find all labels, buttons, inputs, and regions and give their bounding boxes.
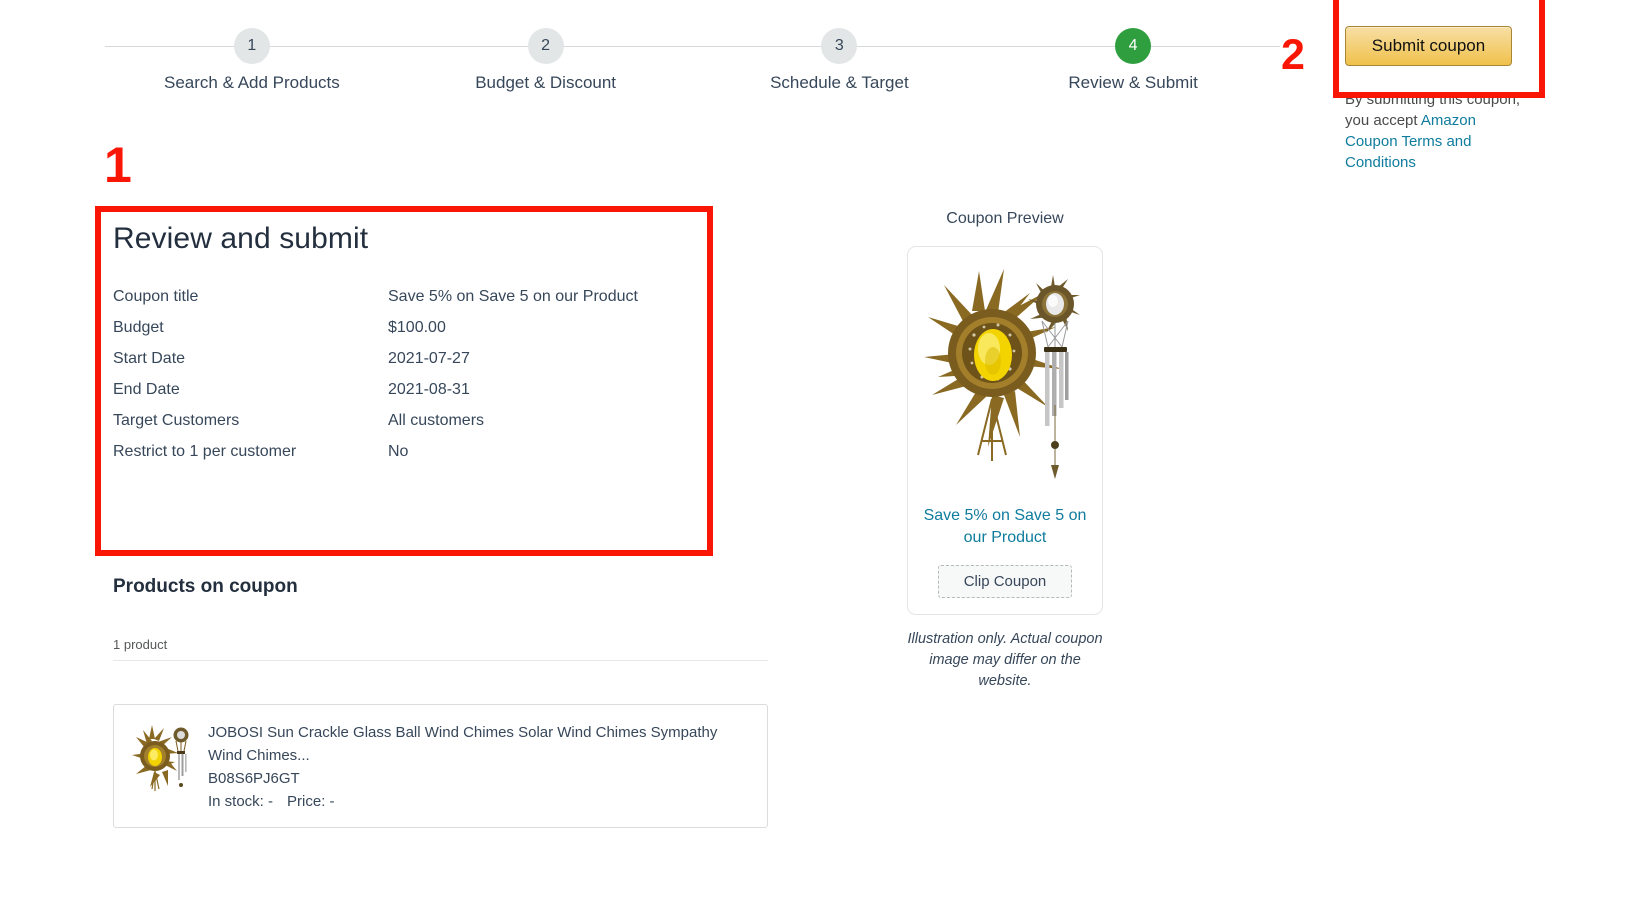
submit-area: Submit coupon By submitting this coupon,…: [1345, 26, 1535, 173]
step-number-badge: 1: [233, 28, 270, 64]
detail-value: 2021-07-27: [388, 350, 470, 367]
coupon-preview-disclaimer: Illustration only. Actual coupon image m…: [907, 631, 1103, 689]
coupon-card: Save 5% on Save 5 on our Product Clip Co…: [907, 246, 1103, 615]
product-list-item[interactable]: JOBOSI Sun Crackle Glass Ball Wind Chime…: [113, 704, 768, 828]
product-title[interactable]: JOBOSI Sun Crackle Glass Ball Wind Chime…: [208, 721, 728, 767]
detail-row-target-customers: Target Customers All customers: [113, 412, 699, 430]
detail-label: Start Date: [113, 350, 186, 367]
detail-value: All customers: [388, 412, 485, 429]
detail-value: Save 5% on Save 5 on our Product: [388, 288, 638, 305]
coupon-offer-text: Save 5% on Save 5 on our Product: [923, 507, 1087, 546]
step-search-add-products[interactable]: 1 Search & Add Products: [105, 28, 399, 93]
detail-value: No: [388, 443, 409, 460]
detail-label: Restrict to 1 per customer: [113, 443, 297, 460]
detail-label: End Date: [113, 381, 180, 398]
detail-row-end-date: End Date 2021-08-31: [113, 381, 699, 399]
product-info: JOBOSI Sun Crackle Glass Ball Wind Chime…: [208, 719, 728, 813]
clip-coupon-button[interactable]: Clip Coupon: [938, 565, 1072, 598]
submit-disclaimer: By submitting this coupon, you accept Am…: [1345, 89, 1523, 173]
step-number-badge: 3: [821, 28, 858, 64]
coupon-product-image: [922, 265, 1088, 497]
coupon-preview-title: Coupon Preview: [946, 210, 1064, 227]
products-heading: Products on coupon: [113, 576, 298, 597]
detail-value: 2021-08-31: [388, 381, 470, 398]
coupon-preview-panel: Coupon Preview Save 5% on Save 5 on our …: [900, 210, 1110, 692]
product-asin: B08S6PJ6GT: [208, 770, 300, 787]
review-panel: Review and submit Coupon title Save 5% o…: [113, 222, 699, 474]
step-number-badge: 2: [527, 28, 564, 64]
progress-stepper: 1 Search & Add Products 2 Budget & Disco…: [105, 28, 1280, 98]
detail-label: Coupon title: [113, 288, 199, 305]
annotation-number-2: 2: [1281, 31, 1305, 79]
products-on-coupon-section: Products on coupon 1 product JOBOSI Sun …: [113, 576, 768, 828]
step-label: Search & Add Products: [163, 73, 340, 92]
step-label: Budget & Discount: [475, 73, 617, 92]
product-thumbnail: [130, 719, 192, 797]
detail-label: Budget: [113, 319, 164, 336]
submit-coupon-button[interactable]: Submit coupon: [1345, 26, 1512, 66]
detail-row-budget: Budget $100.00: [113, 319, 699, 337]
products-count: 1 product: [113, 637, 768, 661]
detail-row-restrict-per-customer: Restrict to 1 per customer No: [113, 443, 699, 461]
detail-label: Target Customers: [113, 412, 240, 429]
product-meta: In stock: - Price: -: [208, 790, 728, 813]
detail-row-coupon-title: Coupon title Save 5% on Save 5 on our Pr…: [113, 288, 699, 306]
step-schedule-target[interactable]: 3 Schedule & Target: [693, 28, 987, 93]
page-title: Review and submit: [113, 222, 369, 255]
step-number-badge: 4: [1115, 28, 1152, 64]
product-price: Price: -: [287, 793, 335, 810]
step-review-submit[interactable]: 4 Review & Submit: [986, 28, 1280, 93]
annotation-number-1: 1: [104, 137, 132, 193]
detail-value: $100.00: [388, 319, 446, 336]
step-budget-discount[interactable]: 2 Budget & Discount: [399, 28, 693, 93]
detail-row-start-date: Start Date 2021-07-27: [113, 350, 699, 368]
product-stock: In stock: -: [208, 793, 274, 810]
step-label: Schedule & Target: [770, 73, 909, 92]
step-label: Review & Submit: [1068, 73, 1198, 92]
